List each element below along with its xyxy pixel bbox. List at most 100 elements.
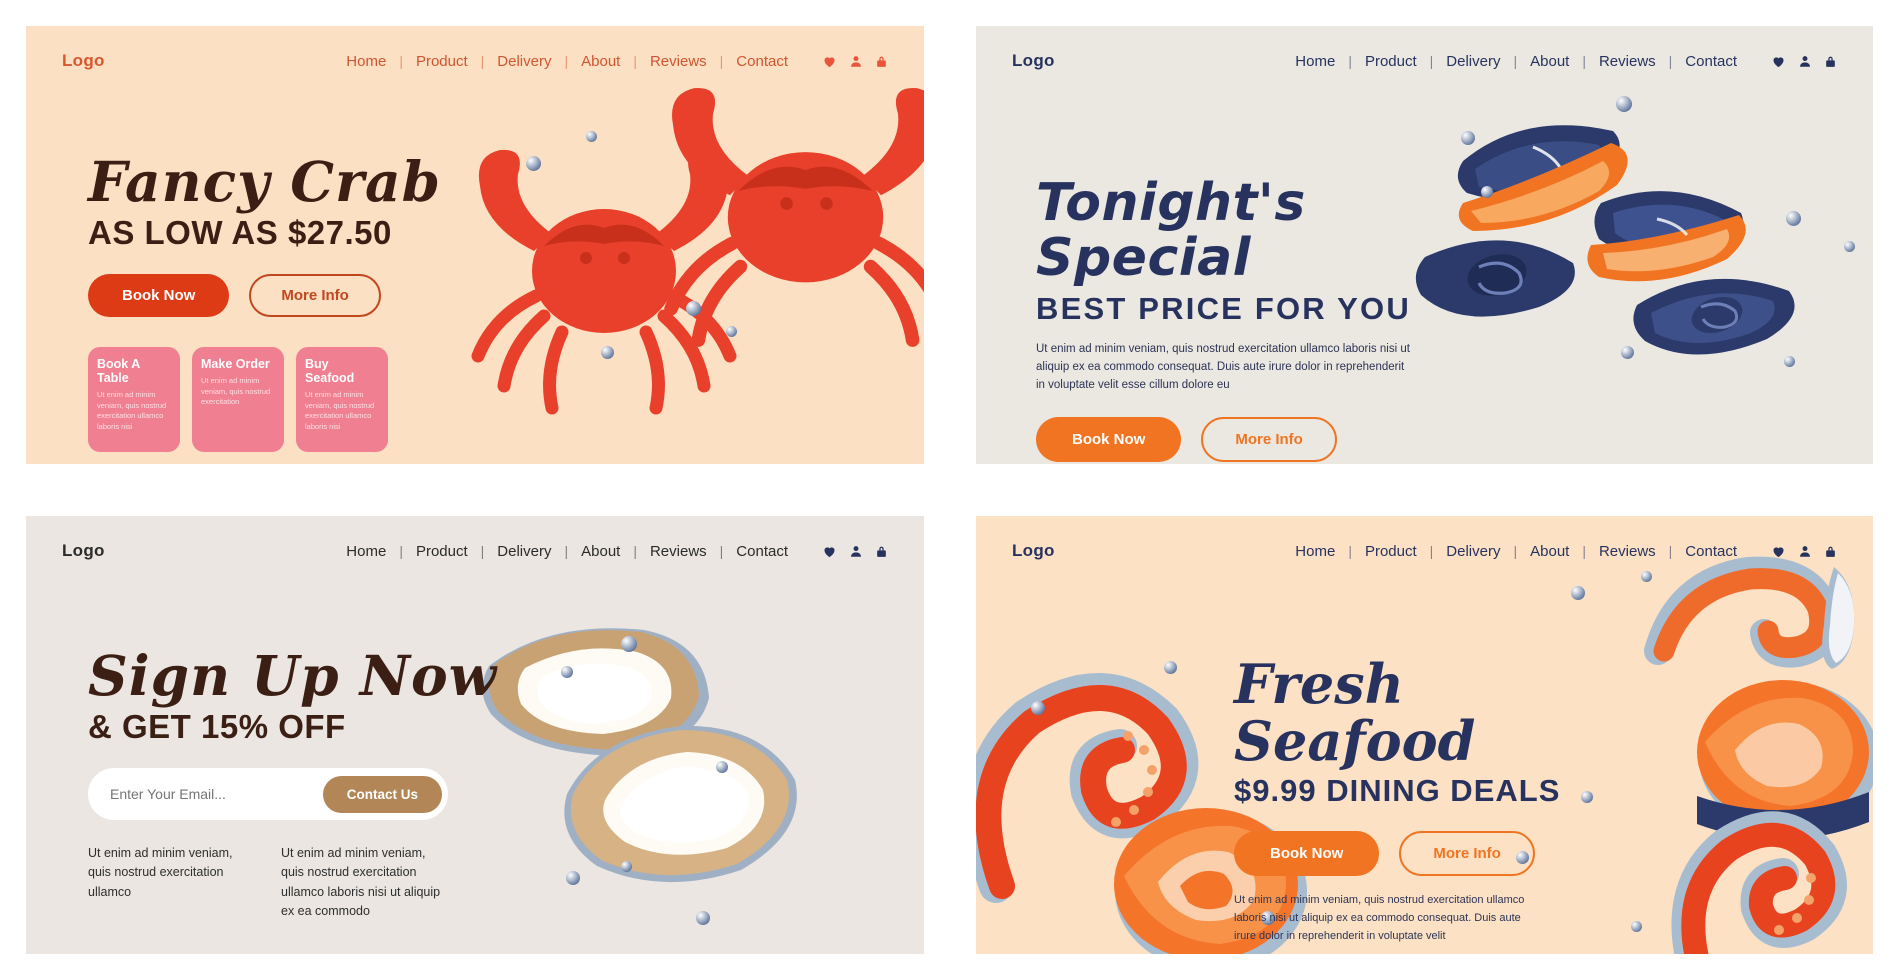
nav-link-product[interactable]: Product: [1365, 543, 1417, 560]
nav-link-reviews[interactable]: Reviews: [1599, 543, 1656, 560]
banner-sign-up-now: Logo Home | Product | Delivery | About |…: [26, 516, 924, 954]
feature-cards: Book A Table Ut enim ad minim veniam, qu…: [88, 347, 488, 453]
nav-link-home[interactable]: Home: [1295, 543, 1335, 560]
nav-separator: |: [480, 53, 485, 69]
heart-icon[interactable]: [822, 544, 837, 559]
banner-fancy-crab: Logo Home | Product | Delivery | About |…: [26, 26, 924, 464]
nav-separator: |: [633, 53, 637, 69]
email-field[interactable]: [88, 774, 323, 815]
card-title: Make Order: [201, 357, 270, 372]
heart-icon[interactable]: [1771, 544, 1786, 559]
lock-icon[interactable]: [1824, 544, 1837, 559]
nav-links: Home | Product | Delivery | About | Revi…: [346, 543, 788, 560]
nav-link-home[interactable]: Home: [346, 543, 386, 560]
feature-card-make-order[interactable]: Make Order Ut enim ad minim veniam, quis…: [192, 347, 284, 453]
card-title: Buy Seafood: [305, 357, 355, 386]
navbar-sign-up-now: Logo Home | Product | Delivery | About |…: [26, 516, 924, 586]
subheadline: AS LOW AS $27.50: [88, 214, 392, 252]
nav-separator: |: [1348, 53, 1352, 69]
nav-link-delivery[interactable]: Delivery: [1446, 53, 1500, 70]
nav-separator: |: [719, 543, 724, 559]
nav-link-about[interactable]: About: [581, 543, 620, 560]
heart-icon[interactable]: [822, 54, 837, 69]
panel-wrap-fresh-seafood: Logo Home | Product | Delivery | About |…: [950, 490, 1899, 980]
nav-separator: |: [719, 53, 724, 69]
heart-icon[interactable]: [1771, 54, 1786, 69]
user-icon[interactable]: [849, 54, 863, 69]
lock-icon[interactable]: [1824, 54, 1837, 69]
banner-fresh-seafood: Logo Home | Product | Delivery | About |…: [976, 516, 1873, 954]
page-title: Fresh Seafood: [1234, 652, 1476, 773]
nav-icons: [1771, 54, 1837, 69]
info-column-1: Ut enim ad minim veniam, quis nostrud ex…: [88, 846, 233, 899]
subheadline: BEST PRICE FOR YOU: [1036, 291, 1411, 327]
feature-card-buy-seafood[interactable]: Buy Seafood Ut enim ad minim veniam, qui…: [296, 347, 388, 453]
nav-link-delivery[interactable]: Delivery: [497, 543, 551, 560]
user-icon[interactable]: [1798, 54, 1812, 69]
nav-link-delivery[interactable]: Delivery: [497, 53, 551, 70]
nav-link-about[interactable]: About: [581, 53, 620, 70]
navbar-tonights-special: Logo Home | Product | Delivery | About |…: [976, 26, 1873, 96]
more-info-button[interactable]: More Info: [1201, 416, 1337, 462]
lock-icon[interactable]: [875, 54, 888, 69]
subheadline: & GET 15% OFF: [88, 708, 346, 746]
nav-link-reviews[interactable]: Reviews: [650, 53, 707, 70]
nav-link-contact[interactable]: Contact: [736, 543, 788, 560]
info-column-2: Ut enim ad minim veniam, quis nostrud ex…: [281, 846, 441, 919]
page-title: Sign Up Now: [88, 643, 498, 708]
lock-icon[interactable]: [875, 544, 888, 559]
nav-link-contact[interactable]: Contact: [736, 53, 788, 70]
nav-link-home[interactable]: Home: [346, 53, 386, 70]
book-now-button[interactable]: Book Now: [88, 274, 230, 318]
cta-row: Book Now More Info: [1234, 831, 1634, 877]
nav-separator: |: [1348, 543, 1352, 559]
logo[interactable]: Logo: [62, 541, 105, 561]
nav-link-contact[interactable]: Contact: [1685, 543, 1737, 560]
nav-link-reviews[interactable]: Reviews: [1599, 53, 1656, 70]
user-icon[interactable]: [849, 544, 863, 559]
nav-link-reviews[interactable]: Reviews: [650, 543, 707, 560]
nav-separator: |: [1513, 543, 1518, 559]
logo[interactable]: Logo: [1012, 541, 1055, 561]
nav-link-contact[interactable]: Contact: [1685, 53, 1737, 70]
nav-separator: |: [1429, 53, 1434, 69]
book-now-button[interactable]: Book Now: [1234, 831, 1380, 877]
hero-content-sign-up-now: Sign Up Now & GET 15% OFF Contact Us Ut …: [88, 643, 508, 922]
body-text: Ut enim ad minim veniam, quis nostrud ex…: [1234, 894, 1525, 942]
card-body: Ut enim ad minim veniam, quis nostrud ex…: [97, 390, 167, 432]
signup-form: Contact Us: [88, 768, 448, 821]
nav-link-home[interactable]: Home: [1295, 53, 1335, 70]
navbar-fancy-crab: Logo Home | Product | Delivery | About |…: [26, 26, 924, 96]
nav-link-about[interactable]: About: [1530, 543, 1569, 560]
body-text: Ut enim ad minim veniam, quis nostrud ex…: [1036, 343, 1410, 391]
panel-wrap-tonights-special: Logo Home | Product | Delivery | About |…: [950, 0, 1899, 490]
page-title: Tonight's Special: [1036, 173, 1306, 288]
subheadline: $9.99 DINING DEALS: [1234, 773, 1561, 809]
more-info-button[interactable]: More Info: [1399, 831, 1535, 877]
nav-link-delivery[interactable]: Delivery: [1446, 543, 1500, 560]
nav-links: Home | Product | Delivery | About | Revi…: [1295, 543, 1737, 560]
cta-row: Book Now More Info: [1036, 416, 1456, 462]
card-body: Ut enim ad minim veniam, quis nostrud ex…: [305, 390, 375, 432]
card-title: Book A Table: [97, 357, 140, 386]
nav-separator: |: [480, 543, 485, 559]
contact-us-button[interactable]: Contact Us: [322, 775, 442, 813]
nav-link-about[interactable]: About: [1530, 53, 1569, 70]
nav-link-product[interactable]: Product: [1365, 53, 1417, 70]
nav-separator: |: [1429, 543, 1434, 559]
feature-card-book-a-table[interactable]: Book A Table Ut enim ad minim veniam, qu…: [88, 347, 180, 453]
more-info-button[interactable]: More Info: [249, 274, 381, 318]
nav-separator: |: [399, 53, 403, 69]
hero-content-fresh-seafood: Fresh Seafood $9.99 DINING DEALS Book No…: [1234, 656, 1634, 945]
logo[interactable]: Logo: [62, 51, 105, 71]
nav-link-product[interactable]: Product: [416, 543, 468, 560]
hero-content-fancy-crab: Fancy Crab AS LOW AS $27.50 Book Now Mor…: [88, 153, 488, 453]
banner-collection: Logo Home | Product | Delivery | About |…: [0, 0, 1899, 980]
navbar-fresh-seafood: Logo Home | Product | Delivery | About |…: [976, 516, 1873, 586]
logo[interactable]: Logo: [1012, 51, 1055, 71]
nav-separator: |: [1582, 53, 1586, 69]
user-icon[interactable]: [1798, 544, 1812, 559]
nav-icons: [822, 54, 888, 69]
nav-link-product[interactable]: Product: [416, 53, 468, 70]
book-now-button[interactable]: Book Now: [1036, 416, 1182, 462]
